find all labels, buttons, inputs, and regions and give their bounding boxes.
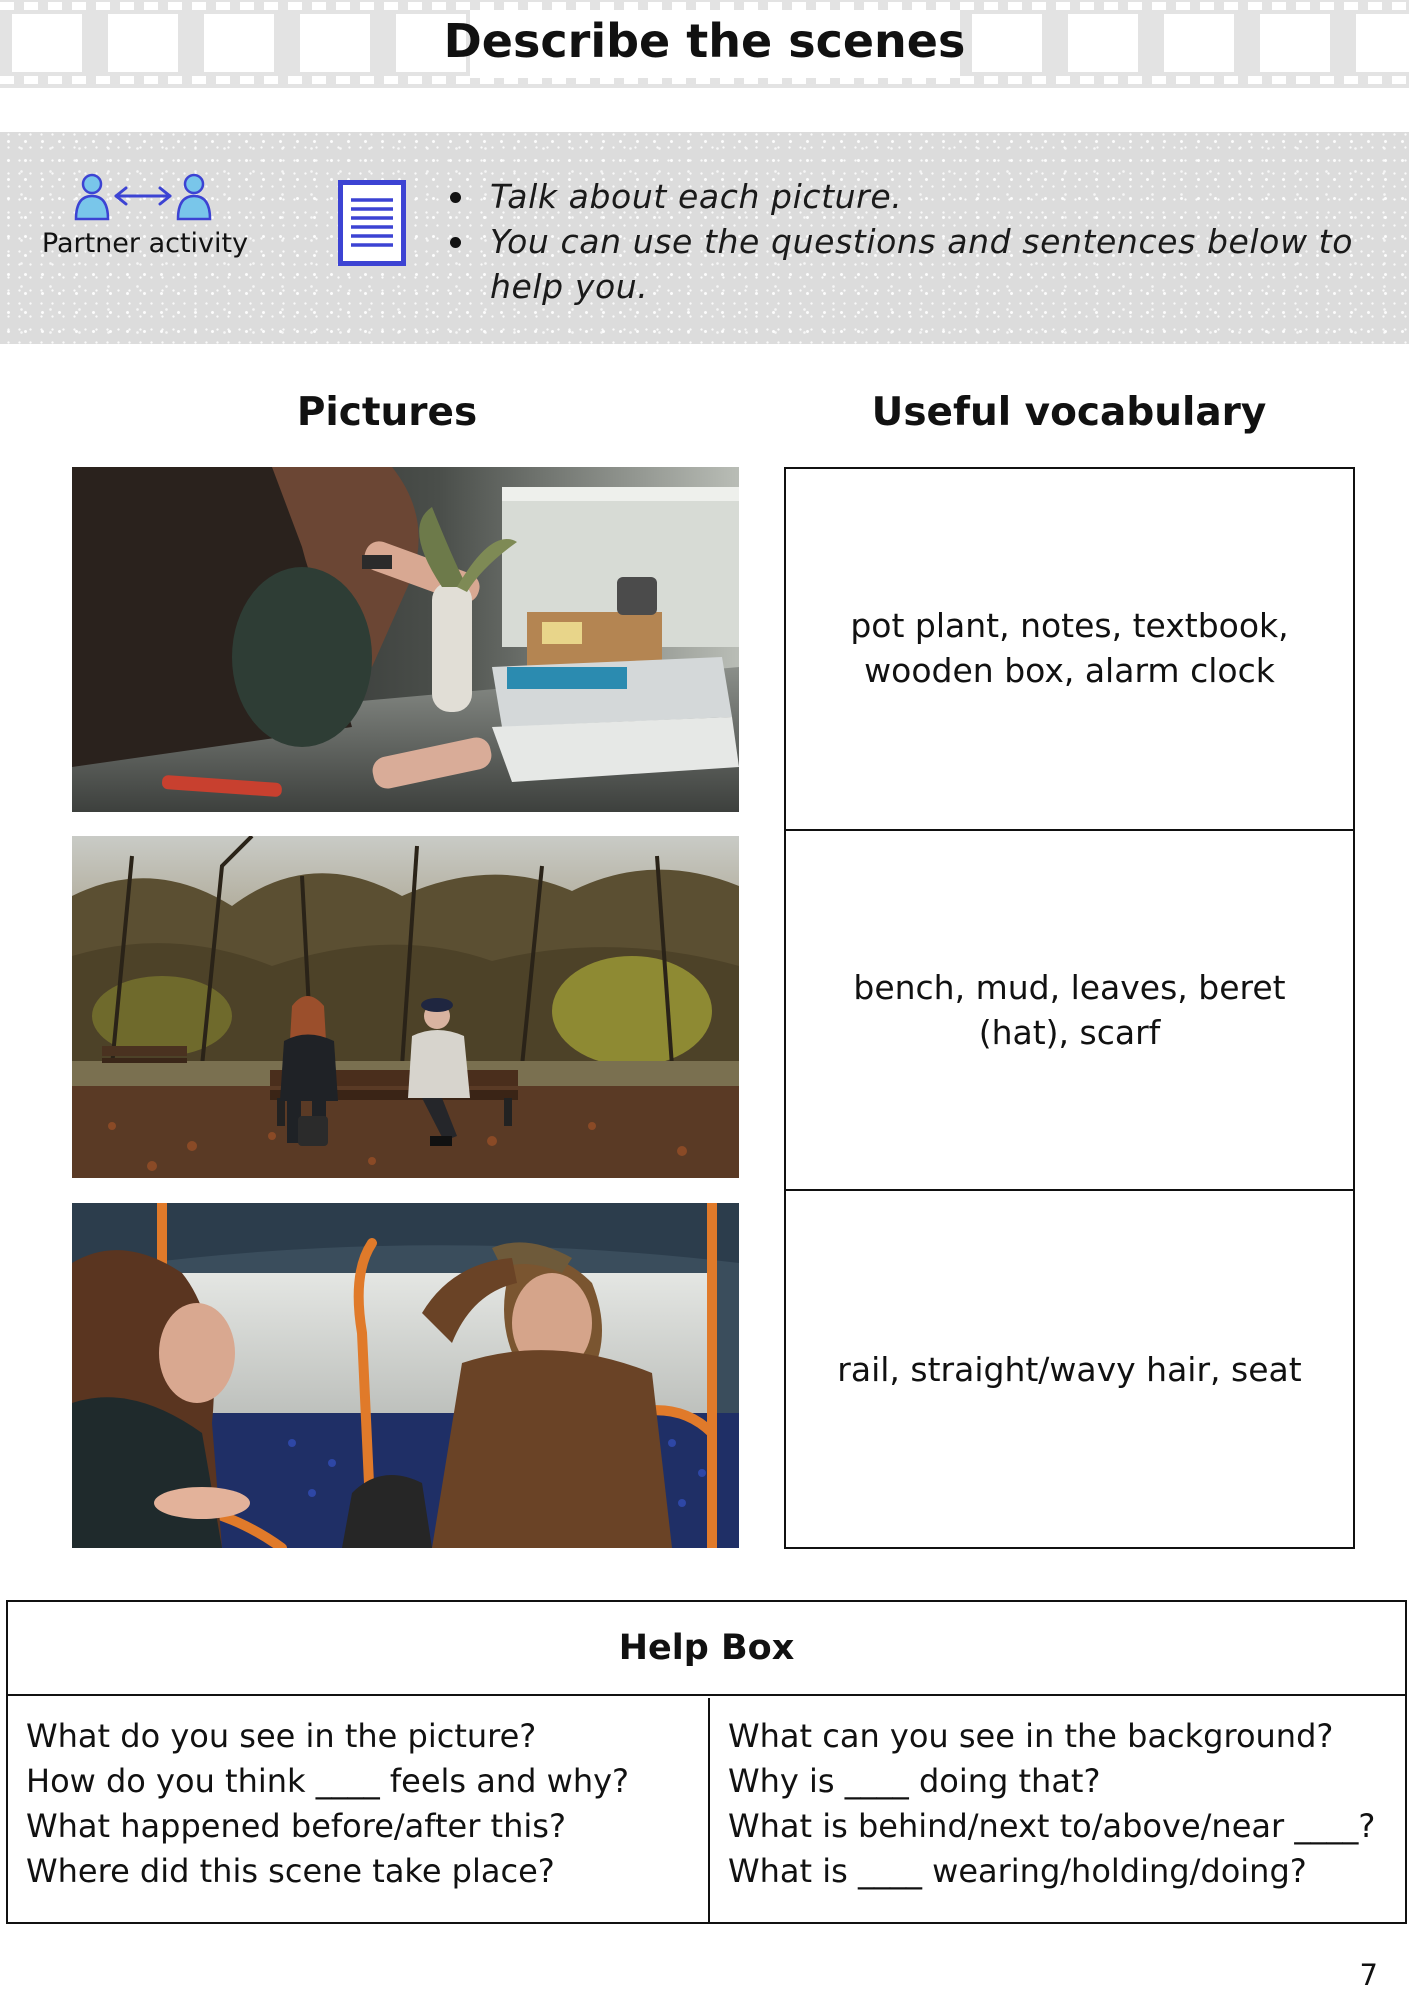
page-title: Describe the scenes — [443, 14, 966, 68]
film-perforations-top — [0, 2, 1409, 10]
instructions-list: Talk about each picture. You can use the… — [448, 174, 1409, 309]
help-box: Help Box What do you see in the picture?… — [6, 1600, 1407, 1924]
instructions-banner: Partner activity Talk about each picture… — [0, 132, 1409, 344]
bus-passengers-photo — [72, 1203, 739, 1548]
instruction-item: Talk about each picture. — [448, 174, 1409, 219]
help-question: What happened before/after this? — [26, 1807, 566, 1845]
partner-activity-label: Partner activity — [41, 228, 249, 259]
vocabulary-text: pot plant, notes, textbook, wooden box, … — [850, 606, 1289, 690]
help-question: How do you think ____ feels and why? — [26, 1762, 630, 1800]
pictures-heading: Pictures — [296, 390, 478, 435]
vocabulary-cell: bench, mud, leaves, beret (hat), scarf — [786, 829, 1353, 1189]
help-questions-left: What do you see in the picture? How do y… — [8, 1698, 710, 1922]
vocabulary-heading: Useful vocabulary — [871, 390, 1267, 435]
vocabulary-table: pot plant, notes, textbook, wooden box, … — [784, 467, 1355, 1549]
help-question: What is ____ wearing/holding/doing? — [728, 1852, 1307, 1890]
help-question: What can you see in the background? — [728, 1717, 1334, 1755]
help-question: What do you see in the picture? — [26, 1717, 537, 1755]
vocabulary-text: bench, mud, leaves, beret (hat), scarf — [853, 968, 1286, 1052]
help-questions-right: What can you see in the background? Why … — [710, 1698, 1405, 1922]
help-box-title: Help Box — [8, 1602, 1405, 1696]
girl-studying-at-desk-photo — [72, 467, 739, 812]
vocabulary-text: rail, straight/wavy hair, seat — [837, 1349, 1302, 1389]
help-question: What is behind/next to/above/near ____? — [728, 1807, 1376, 1845]
partner-activity-icon — [74, 173, 212, 221]
film-strip-header: Describe the scenes — [0, 0, 1409, 88]
instruction-item: You can use the questions and sentences … — [448, 219, 1409, 309]
vocabulary-cell: pot plant, notes, textbook, wooden box, … — [786, 469, 1353, 827]
park-bench-autumn-photo — [72, 836, 739, 1178]
help-question: Why is ____ doing that? — [728, 1762, 1101, 1800]
document-icon — [338, 180, 406, 266]
vocabulary-cell: rail, straight/wavy hair, seat — [786, 1189, 1353, 1547]
help-question: Where did this scene take place? — [26, 1852, 555, 1890]
page-number: 7 — [1359, 1958, 1378, 1992]
